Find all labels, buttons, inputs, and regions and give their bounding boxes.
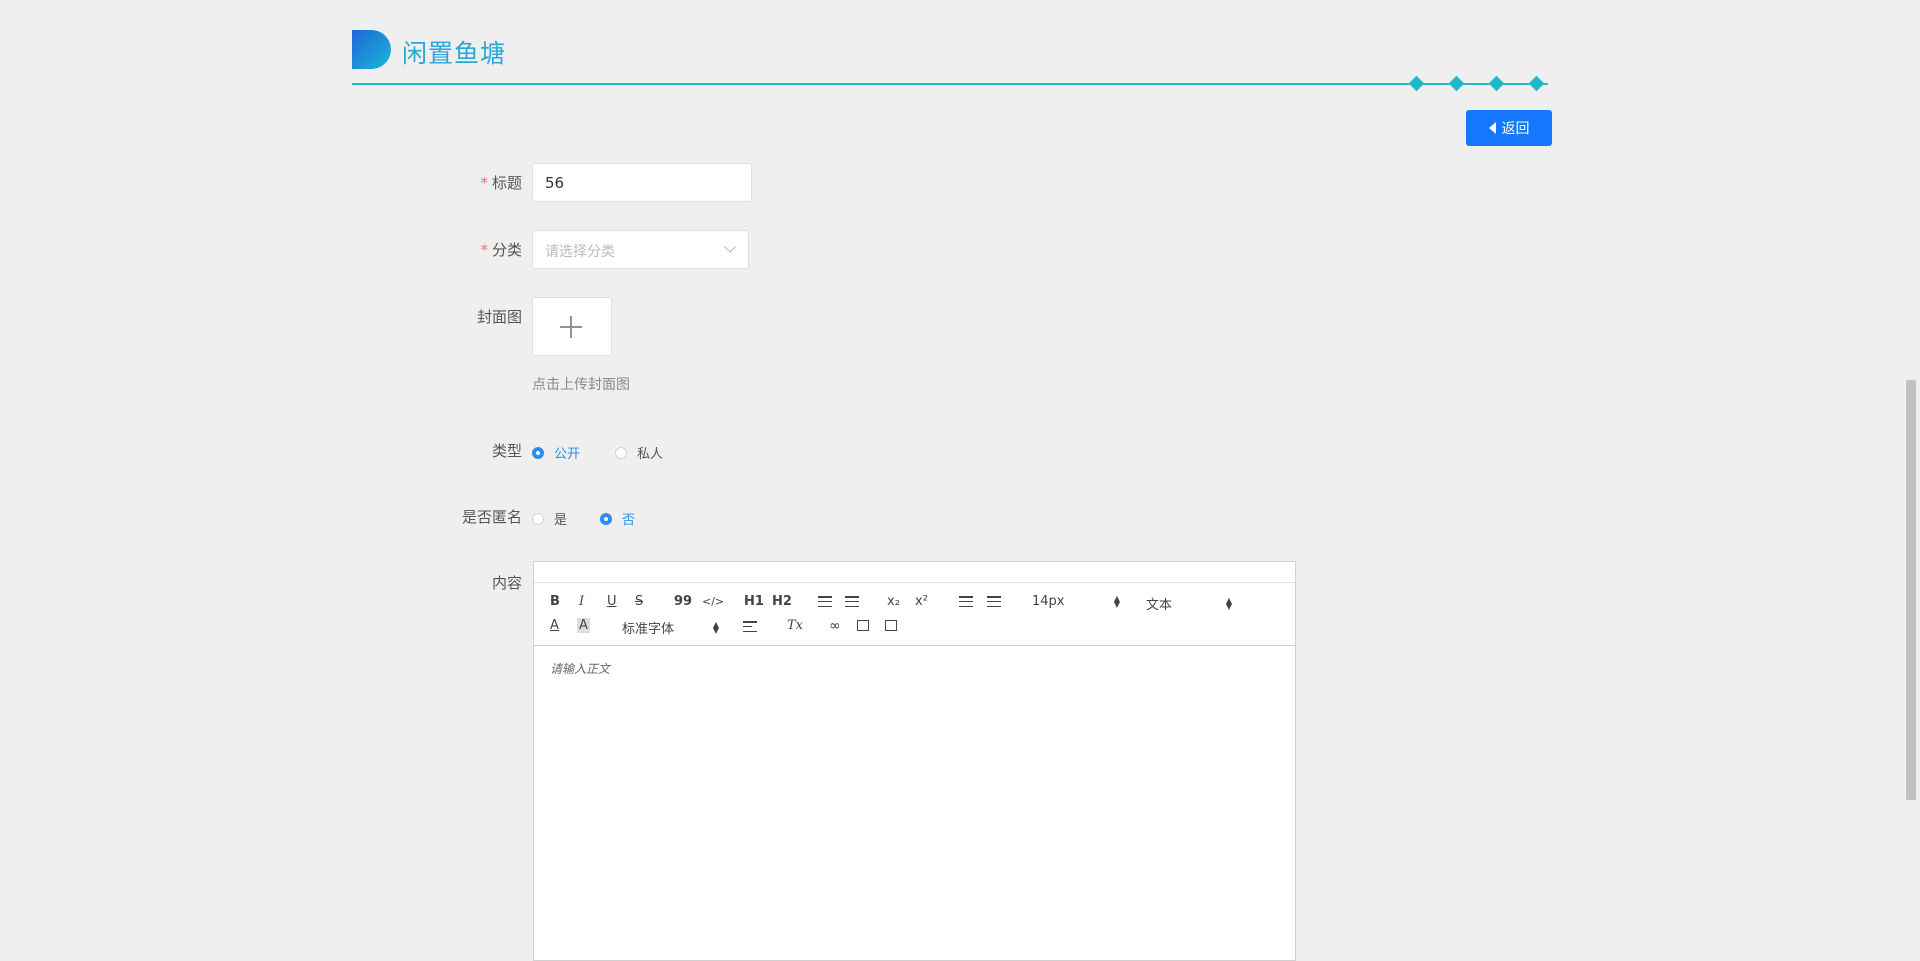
editor-top-bar (534, 562, 1295, 583)
back-button-label: 返回 (1501, 121, 1530, 137)
font-size-select[interactable]: 14px ▲ ▼ (1032, 594, 1120, 609)
font-size-value: 14px (1032, 594, 1065, 609)
outdent-icon (959, 596, 973, 607)
indent-icon (987, 596, 1001, 607)
updown-icon: ▲ ▼ (1113, 593, 1120, 609)
chevron-down-icon (724, 241, 736, 253)
title-label: * 标题 (412, 172, 522, 193)
type-label: 类型 (491, 442, 522, 460)
video-button[interactable] (885, 620, 897, 631)
caret-left-icon (1488, 122, 1496, 134)
clean-format-button[interactable]: Tx (787, 618, 803, 633)
category-select[interactable]: 请选择分类 (532, 230, 749, 269)
anonymous-radio-yes[interactable]: 是 (532, 509, 567, 528)
logo (352, 30, 391, 69)
diamond-icon (1408, 75, 1425, 92)
font-family-value: 标准字体 (622, 622, 675, 637)
background-color-button[interactable]: A (577, 618, 590, 633)
diamond-icon (1448, 75, 1465, 92)
link-button[interactable]: ∞ (829, 618, 841, 634)
required-mark: * (480, 174, 488, 192)
back-button[interactable]: 返回 (1466, 110, 1552, 146)
editor-placeholder[interactable]: 请输入正文 (550, 660, 610, 677)
updown-icon: ▲ ▼ (712, 619, 719, 635)
radio-icon (615, 446, 627, 459)
type-option-label: 公开 (554, 447, 581, 462)
category-label: * 分类 (412, 239, 522, 260)
align-left-icon (743, 621, 757, 632)
editor-toolbar: B I U S 99 </> H1 H2 x₂ x² 14px ▲ ▼ 文本 ▲ ▼… (534, 583, 1295, 646)
ordered-list-button[interactable] (818, 596, 832, 607)
bold-button[interactable]: B (550, 594, 560, 609)
indent-button[interactable] (987, 596, 1001, 607)
category-placeholder: 请选择分类 (545, 244, 615, 260)
page-scrollbar[interactable] (1906, 380, 1916, 800)
category-label-text: 分类 (491, 241, 522, 259)
bullet-list-icon (845, 596, 859, 607)
type-option-label: 私人 (637, 447, 664, 462)
header-select[interactable]: 文本 ▲ ▼ (1146, 594, 1232, 613)
link-icon: ∞ (829, 618, 841, 634)
diamond-icon (1488, 75, 1505, 92)
cover-label: 封面图 (476, 308, 522, 326)
anonymous-option-label: 是 (554, 513, 568, 528)
code-button[interactable]: </> (702, 595, 724, 608)
updown-icon: ▲ ▼ (1225, 595, 1232, 611)
outdent-button[interactable] (959, 596, 973, 607)
type-radio-private[interactable]: 私人 (615, 443, 663, 462)
content-label: 内容 (491, 574, 522, 592)
underline-button[interactable]: U (607, 594, 617, 609)
anonymous-label: 是否匿名 (461, 508, 522, 526)
title-input[interactable] (532, 163, 752, 202)
font-family-select[interactable]: 标准字体 ▲ ▼ (622, 618, 719, 637)
bullet-list-button[interactable] (845, 596, 859, 607)
required-mark: * (480, 241, 488, 259)
ordered-list-icon (818, 596, 832, 607)
anonymous-radio-no[interactable]: 否 (600, 509, 635, 528)
strike-button[interactable]: S (635, 594, 643, 609)
blockquote-button[interactable]: 99 (674, 594, 692, 609)
italic-button[interactable]: I (579, 594, 584, 609)
h1-button[interactable]: H1 (744, 594, 764, 609)
h2-button[interactable]: H2 (772, 594, 792, 609)
diamond-icon (1528, 75, 1545, 92)
plus-icon-vertical (570, 316, 572, 338)
title-label-text: 标题 (491, 174, 522, 192)
radio-checked-icon (600, 512, 612, 525)
subscript-button[interactable]: x₂ (887, 594, 900, 609)
font-color-button[interactable]: A (550, 618, 559, 633)
image-button[interactable] (857, 620, 869, 631)
cover-upload-hint: 点击上传封面图 (532, 377, 630, 393)
video-icon (885, 620, 897, 631)
superscript-button[interactable]: x² (915, 594, 928, 609)
cover-upload-button[interactable] (532, 297, 612, 356)
header-divider (352, 83, 1548, 85)
align-button[interactable] (743, 621, 757, 632)
page-header: 闲置鱼塘 (352, 30, 1548, 92)
page-title: 闲置鱼塘 (402, 39, 507, 68)
image-icon (857, 620, 869, 631)
type-radio-public[interactable]: 公开 (532, 443, 580, 462)
rich-text-editor: B I U S 99 </> H1 H2 x₂ x² 14px ▲ ▼ 文本 ▲ ▼… (533, 561, 1296, 961)
radio-icon (532, 512, 544, 525)
radio-checked-icon (532, 446, 544, 459)
anonymous-option-label: 否 (622, 513, 636, 528)
header-value: 文本 (1146, 598, 1173, 613)
